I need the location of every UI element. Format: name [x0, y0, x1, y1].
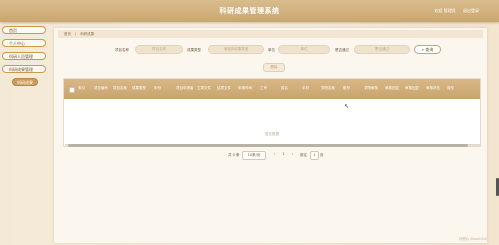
mouse-cursor-icon: ↖ [344, 103, 350, 110]
col-phone: 手机 [302, 86, 309, 90]
page-number-current[interactable]: 1 [280, 151, 287, 158]
page-size-select[interactable]: 10条/页 [242, 151, 266, 160]
col-account: 账号 [343, 86, 350, 90]
pagination-total: 共 0 条 [228, 153, 240, 157]
col-name: 姓名 [281, 86, 288, 90]
main-panel: 首页 / 科研成果 项目名称 项目名称 成果类型 请选择成果类型 单位 单位 是否通… [54, 28, 487, 243]
query-button[interactable]: ⌕ 查询 [414, 45, 441, 54]
col-review-status: 审核状态 [426, 86, 440, 90]
breadcrumb: 首页 / 科研成果 [58, 30, 483, 38]
breadcrumb-current: 科研成果 [80, 32, 95, 36]
prev-page-button[interactable]: ‹ [271, 151, 278, 158]
col-approval-file: 立项文件 [197, 86, 211, 90]
data-table: 索引 项目编号 项目名称 成果类型 年份 项目申报者 立项文件 结项文件 申报时… [63, 78, 481, 147]
achievement-type-select[interactable]: 请选择成果类型 [208, 45, 264, 54]
col-apply-time: 申报时间 [238, 86, 252, 90]
top-bar: 科研成果管理系统 欢迎 管理员 退出登录 [0, 0, 499, 22]
search-label-unit: 单位 [268, 48, 275, 52]
search-label-project: 项目名称 [115, 48, 129, 52]
col-staff-id: 工号 [260, 86, 267, 90]
col-college: 学院名称 [321, 86, 335, 90]
delete-button[interactable]: 删除 [263, 63, 285, 72]
sidebar-item-researchers[interactable]: 科研人员管理 [2, 52, 46, 60]
col-actions: 操作 [447, 86, 454, 90]
goto-label: 前往 [300, 153, 307, 157]
col-applicant: 项目申报者 [176, 86, 194, 90]
sidebar: 首页 个人中心 科研人员管理 科研成果管理 科研成果 [0, 22, 53, 245]
app-title: 科研成果管理系统 [219, 7, 280, 15]
search-row: 项目名称 项目名称 成果类型 请选择成果类型 单位 单位 是否通过 是否通过 ⌕… [54, 45, 487, 55]
pagination: 共 0 条 10条/页 ‹ 1 › 前往 1 页 [54, 151, 487, 160]
breadcrumb-home[interactable]: 首页 [64, 32, 71, 36]
col-college-review: 学院审核 [364, 86, 378, 90]
search-label-type: 成果类型 [187, 48, 201, 52]
col-year: 年份 [154, 86, 161, 90]
search-icon: ⌕ [421, 47, 424, 52]
table-header: 索引 项目编号 项目名称 成果类型 年份 项目申报者 立项文件 结项文件 申报时… [64, 79, 480, 99]
col-type: 成果类型 [132, 86, 146, 90]
col-project-no: 项目编号 [94, 86, 108, 90]
sidebar-item-achievements[interactable]: 科研成果管理 [2, 65, 46, 73]
user-name: 欢迎 管理员 [434, 8, 456, 13]
select-all-checkbox[interactable] [69, 87, 75, 93]
table-horizontal-scrollbar[interactable] [65, 144, 480, 147]
project-name-input[interactable]: 项目名称 [135, 45, 183, 54]
user-area: 欢迎 管理员 退出登录 [428, 8, 479, 14]
col-index: 索引 [78, 86, 85, 90]
col-closing-file: 结项文件 [217, 86, 231, 90]
logout-link[interactable]: 退出登录 [463, 8, 479, 13]
goto-page-input[interactable]: 1 [310, 151, 319, 160]
sidebar-item-home[interactable]: 首页 [2, 26, 46, 34]
col-review-reply-2: 审核回复 [405, 86, 419, 90]
unit-input[interactable]: 单位 [278, 45, 330, 54]
scrollbar-thumb[interactable] [68, 144, 468, 147]
col-project-name: 项目名称 [113, 86, 127, 90]
next-page-button[interactable]: › [289, 151, 296, 158]
col-review-reply: 审核回复 [385, 86, 399, 90]
page-unit-label: 页 [320, 153, 324, 157]
search-label-approved: 是否通过 [335, 48, 349, 52]
footer-watermark: @图片 Beautifull [458, 237, 487, 241]
table-empty-text: 暂无数据 [265, 132, 279, 136]
sidebar-subitem-achievement[interactable]: 科研成果 [12, 78, 38, 86]
approved-select[interactable]: 是否通过 [354, 45, 410, 54]
sidebar-item-profile[interactable]: 个人中心 [2, 39, 46, 47]
